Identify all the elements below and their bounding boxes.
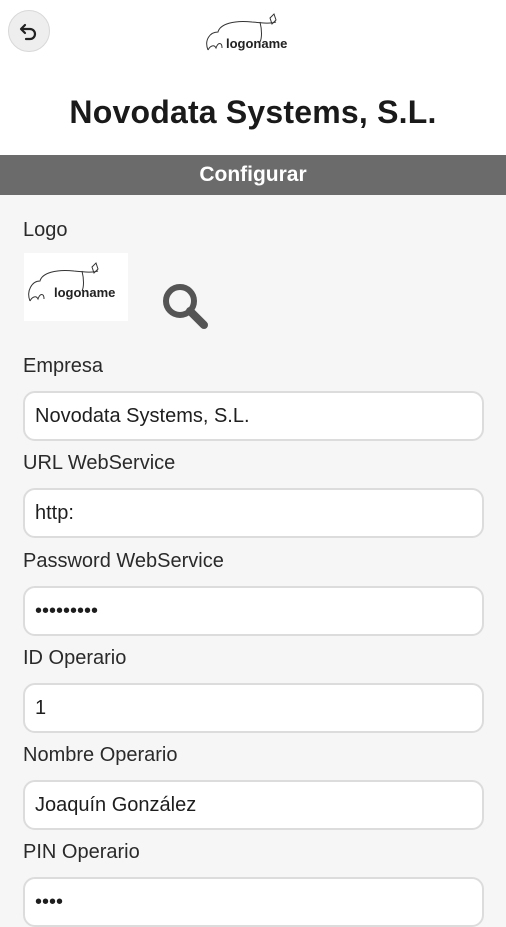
section-title-bar: Configurar — [0, 155, 506, 195]
url-webservice-input[interactable] — [23, 488, 484, 538]
logo-label: Logo — [23, 219, 68, 241]
id-operario-input[interactable] — [23, 683, 484, 733]
empresa-input[interactable] — [23, 391, 484, 441]
id-operario-label: ID Operario — [23, 647, 127, 669]
logo-preview[interactable]: logoname — [24, 253, 128, 321]
pin-operario-input[interactable] — [23, 877, 484, 927]
back-arrow-icon — [19, 23, 37, 41]
header-logo: logoname — [206, 13, 287, 51]
pin-operario-label: PIN Operario — [23, 841, 140, 863]
empresa-label: Empresa — [23, 355, 104, 377]
logo-preview-image: logoname — [28, 262, 115, 302]
url-webservice-label: URL WebService — [23, 452, 176, 474]
svg-text:logoname: logoname — [226, 36, 287, 51]
top-bar: logoname Novodata Systems, S.L. — [0, 0, 506, 155]
nombre-operario-input[interactable] — [23, 780, 484, 830]
nombre-operario-label: Nombre Operario — [23, 744, 178, 766]
svg-text:logoname: logoname — [54, 285, 115, 300]
company-title: Novodata Systems, S.L. — [69, 94, 437, 130]
password-webservice-label: Password WebService — [23, 550, 224, 572]
search-icon[interactable] — [158, 279, 212, 333]
password-webservice-input[interactable] — [23, 586, 484, 636]
back-button[interactable] — [8, 10, 50, 52]
